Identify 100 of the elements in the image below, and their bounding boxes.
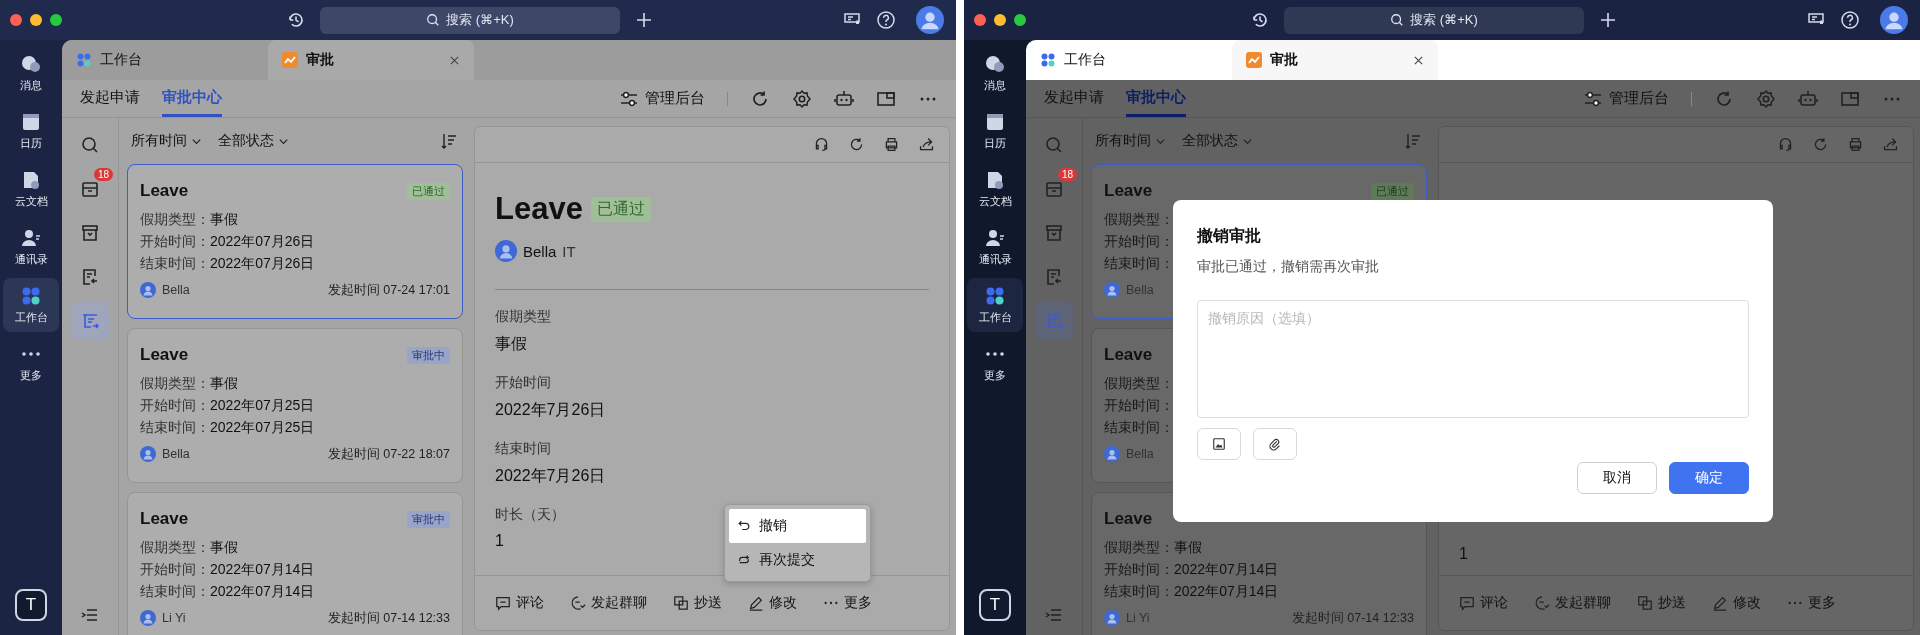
nav-item[interactable]: 日历	[3, 104, 59, 158]
headset-icon[interactable]	[813, 136, 830, 153]
submit-time: 发起时间 07-14 12:33	[327, 609, 450, 627]
avatar-icon	[140, 282, 156, 298]
filter-dropdown[interactable]: 全部状态	[218, 132, 289, 150]
submit-time: 发起时间 07-24 17:01	[327, 281, 450, 299]
submit-time: 发起时间 07-22 18:07	[327, 445, 450, 463]
refresh-icon[interactable]	[848, 136, 865, 153]
inbox-icon	[80, 179, 100, 199]
field-value: 事假	[495, 334, 527, 354]
nav-item[interactable]: 更多	[3, 336, 59, 390]
approval-card[interactable]: Leave 已通过 假期类型：事假 开始时间：2022年07月26日 结束时间：2022年07月26日 Bella 发起时间 07-24 17:01	[127, 164, 463, 319]
card-title: Leave	[140, 181, 189, 201]
window-maximize-button[interactable]	[1014, 14, 1026, 26]
sort-icon[interactable]	[439, 131, 459, 151]
nav-item[interactable]: 日历	[967, 104, 1023, 158]
card-title: Leave	[1104, 181, 1153, 201]
contacts-icon	[20, 227, 42, 249]
robot-icon[interactable]	[834, 88, 854, 109]
account-button[interactable]: T	[15, 589, 47, 621]
avatar-icon	[140, 446, 156, 462]
window-close-button[interactable]	[10, 14, 22, 26]
admin-button[interactable]: 管理后台	[619, 80, 705, 117]
field-label: 结束时间：	[1104, 419, 1174, 437]
window-minimize-button[interactable]	[30, 14, 42, 26]
tab[interactable]: 审批	[1232, 40, 1438, 80]
field-value: 2022年07月26日	[210, 255, 315, 273]
field-label: 假期类型：	[1104, 539, 1174, 557]
nav-item[interactable]: 工作台	[3, 278, 59, 332]
tab[interactable]: 审批	[268, 40, 474, 80]
plus-icon[interactable]	[634, 10, 654, 30]
approval-card[interactable]: Leave 审批中 假期类型：事假 开始时间：2022年07月14日 结束时间：2022年07月14日 Li Yi 发起时间 07-14 12:33	[127, 492, 463, 635]
avatar-icon	[495, 240, 517, 262]
field-value: 1	[1459, 545, 1468, 564]
close-icon[interactable]	[449, 54, 460, 66]
search-field[interactable]: 搜索 (⌘+K)	[320, 6, 620, 34]
window-close-button[interactable]	[974, 14, 986, 26]
field-label: 开始时间：	[1104, 397, 1174, 415]
card-title: Leave	[1104, 345, 1153, 365]
menu-item[interactable]: 再次提交	[729, 543, 866, 577]
robot-icon[interactable]	[1798, 88, 1818, 109]
field-value: 2022年07月26日	[210, 233, 315, 251]
history-icon[interactable]	[1250, 10, 1270, 30]
user-avatar-icon[interactable]	[1880, 6, 1908, 34]
window-minimize-button[interactable]	[994, 14, 1006, 26]
field-label: 开始时间：	[1104, 233, 1174, 251]
avatar-icon	[1104, 446, 1120, 462]
contacts-icon	[984, 227, 1006, 249]
field-label: 开始时间	[495, 374, 551, 392]
edit-action-button[interactable]: 修改	[748, 594, 797, 612]
cancel-button[interactable]: 取消	[1577, 462, 1657, 494]
dialog-message: 审批已通过，撤销需再次审批	[1197, 258, 1380, 276]
chat-action-button[interactable]: 发起群聊	[570, 594, 647, 612]
menu-item[interactable]: 撤销	[729, 509, 866, 543]
user-avatar-icon[interactable]	[916, 6, 944, 34]
image-button[interactable]	[1197, 428, 1241, 460]
attachment-button[interactable]	[1253, 428, 1297, 460]
cc-action-button[interactable]: 抄送	[673, 594, 722, 612]
help-icon[interactable]	[876, 10, 896, 30]
chat-icon	[20, 53, 42, 75]
nav-item[interactable]: 云文档	[3, 162, 59, 216]
history-icon[interactable]	[286, 10, 306, 30]
comment-icon	[1459, 595, 1475, 611]
settings-icon[interactable]	[792, 88, 812, 109]
close-icon[interactable]	[1413, 54, 1424, 66]
share-icon[interactable]	[918, 136, 935, 153]
inbox-icon	[1044, 179, 1064, 199]
chat-icon	[570, 595, 586, 611]
tab[interactable]: 工作台	[1026, 40, 1232, 80]
plus-icon[interactable]	[1598, 10, 1618, 30]
filter-dropdown[interactable]: 所有时间	[131, 132, 202, 150]
window-maximize-button[interactable]	[50, 14, 62, 26]
edit-icon	[748, 595, 764, 611]
dialog-title: 撤销审批	[1197, 226, 1262, 246]
field-label: 时长（天）	[495, 506, 565, 524]
field-value: 2022年7月26日	[495, 466, 606, 486]
nav-item[interactable]: 云文档	[967, 162, 1023, 216]
chat-icon	[984, 53, 1006, 75]
card-title: Leave	[1104, 509, 1153, 529]
nav-item[interactable]: 通讯录	[967, 220, 1023, 274]
tab[interactable]: 工作台	[62, 40, 268, 80]
confirm-button[interactable]: 确定	[1669, 462, 1749, 494]
edit-icon	[1712, 595, 1728, 611]
approval-icon	[1044, 311, 1064, 331]
nav-item[interactable]: 更多	[967, 336, 1023, 390]
nav-item[interactable]: 通讯录	[3, 220, 59, 274]
nav-item[interactable]: 消息	[967, 46, 1023, 100]
search-field[interactable]: 搜索 (⌘+K)	[1284, 6, 1584, 34]
more-action-button[interactable]: 更多	[823, 594, 872, 612]
nav-item[interactable]: 工作台	[967, 278, 1023, 332]
comment-action-button[interactable]: 评论	[495, 594, 544, 612]
print-icon[interactable]	[883, 136, 900, 153]
field-value: 2022年07月25日	[210, 419, 315, 437]
account-button[interactable]: T	[979, 589, 1011, 621]
field-value: 事假	[210, 375, 238, 393]
nav-item[interactable]: 消息	[3, 46, 59, 100]
approval-card[interactable]: Leave 审批中 假期类型：事假 开始时间：2022年07月25日 结束时间：2022年07月25日 Bella 发起时间 07-22 18:07	[127, 328, 463, 483]
subtab[interactable]: 发起申请	[80, 80, 140, 117]
reason-field[interactable]: 撤销原因（选填）	[1197, 300, 1749, 418]
help-icon[interactable]	[1840, 10, 1860, 30]
